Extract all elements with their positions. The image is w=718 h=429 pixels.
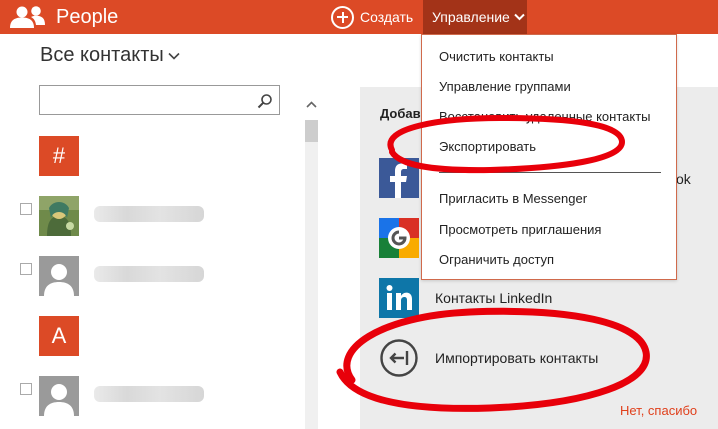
letter-tile-a[interactable]: А bbox=[39, 316, 79, 356]
app-title: People bbox=[56, 6, 119, 28]
menu-item-view-invitations[interactable]: Просмотреть приглашения bbox=[439, 222, 601, 237]
scroll-track[interactable] bbox=[305, 142, 318, 429]
manage-menu-button[interactable]: Управление bbox=[423, 0, 527, 34]
top-bar: People Создать Управление bbox=[0, 0, 718, 34]
contact-checkbox[interactable] bbox=[20, 263, 32, 275]
photo-avatar bbox=[39, 196, 79, 236]
contact-row[interactable] bbox=[20, 196, 280, 236]
contact-checkbox[interactable] bbox=[20, 203, 32, 215]
manage-dropdown-menu: Очистить контакты Управление группами Во… bbox=[421, 34, 677, 280]
scroll-up-arrow-icon[interactable] bbox=[304, 98, 319, 112]
manage-label: Управление bbox=[432, 9, 510, 25]
plus-circle-icon bbox=[331, 5, 354, 29]
contact-row[interactable] bbox=[20, 376, 280, 416]
menu-item-restore-deleted[interactable]: Восстановить удаленные контакты bbox=[439, 109, 651, 124]
contacts-heading: Все контакты bbox=[40, 44, 164, 66]
panel-heading: Добавить bbox=[380, 106, 423, 121]
contact-checkbox[interactable] bbox=[20, 383, 32, 395]
chevron-down-icon bbox=[514, 13, 525, 21]
search-icon[interactable] bbox=[257, 93, 273, 109]
create-label: Создать bbox=[360, 9, 414, 25]
menu-item-manage-groups[interactable]: Управление группами bbox=[439, 79, 571, 94]
create-button[interactable]: Создать bbox=[331, 4, 413, 30]
menu-item-export[interactable]: Экспортировать bbox=[439, 139, 536, 154]
linkedin-connect-row[interactable]: Контакты LinkedIn bbox=[379, 278, 552, 318]
contact-name-blurred bbox=[94, 266, 204, 282]
import-contacts-label: Импортировать контакты bbox=[435, 350, 599, 366]
contact-name-blurred bbox=[94, 206, 204, 222]
menu-item-invite-messenger[interactable]: Пригласить в Messenger bbox=[439, 191, 587, 206]
scroll-thumb[interactable] bbox=[305, 120, 318, 142]
search-box bbox=[39, 85, 280, 115]
menu-item-clear-contacts[interactable]: Очистить контакты bbox=[439, 49, 554, 64]
import-icon bbox=[380, 339, 418, 377]
people-icon bbox=[10, 6, 45, 28]
linkedin-label: Контакты LinkedIn bbox=[435, 290, 553, 306]
service-label-partial: ok bbox=[676, 171, 691, 187]
contact-name-blurred bbox=[94, 386, 204, 402]
default-avatar bbox=[39, 256, 79, 296]
menu-divider bbox=[439, 172, 661, 173]
search-input[interactable] bbox=[44, 89, 244, 111]
letter-tile-hash[interactable]: # bbox=[39, 136, 79, 176]
linkedin-logo bbox=[379, 278, 419, 318]
chevron-down-icon bbox=[168, 52, 180, 60]
contacts-scrollbar[interactable] bbox=[304, 98, 319, 429]
facebook-logo bbox=[379, 158, 419, 198]
no-thanks-link[interactable]: Нет, спасибо bbox=[620, 403, 697, 418]
import-contacts-row[interactable]: Импортировать контакты bbox=[379, 338, 598, 378]
google-logo bbox=[379, 218, 419, 258]
menu-item-restrict-access[interactable]: Ограничить доступ bbox=[439, 252, 554, 267]
contact-row[interactable] bbox=[20, 256, 280, 296]
default-avatar bbox=[39, 376, 79, 416]
contacts-filter-dropdown[interactable]: Все контакты bbox=[40, 44, 180, 67]
